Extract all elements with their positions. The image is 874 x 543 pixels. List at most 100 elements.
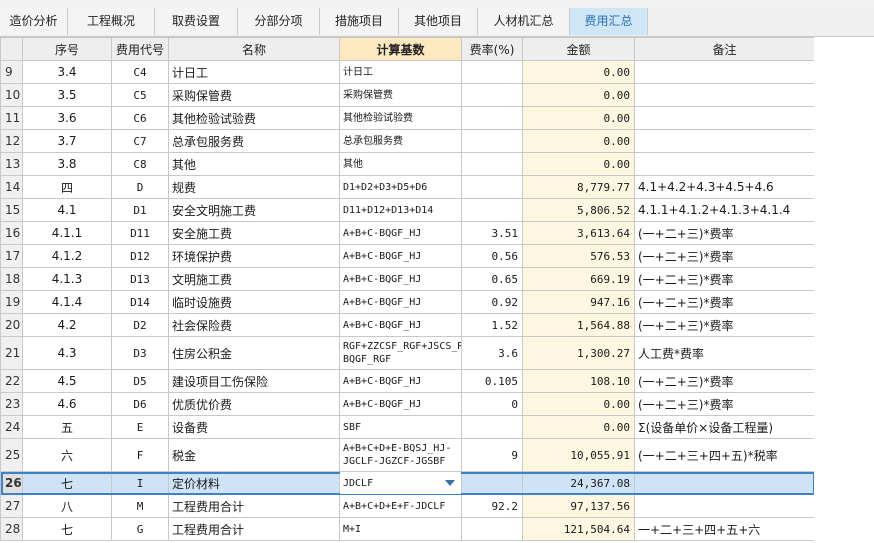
row-number[interactable]: 20	[0, 313, 23, 337]
cell-calc-base[interactable]: 计日工	[339, 60, 462, 84]
cell-name[interactable]: 建设项目工伤保险	[168, 369, 340, 393]
cell-rate[interactable]: 9	[461, 438, 523, 472]
cell-calc-base[interactable]: A+B+C-BQGF_HJ	[339, 290, 462, 314]
header-code[interactable]: 费用代号	[111, 37, 169, 61]
cell-amount[interactable]: 97,137.56	[522, 494, 635, 518]
cell-code[interactable]: C7	[111, 129, 169, 153]
table-row[interactable]: 19 4.1.4 D14 临时设施费 A+B+C-BQGF_HJ 0.92 947.16 (一…	[0, 290, 815, 314]
cell-calc-base[interactable]: 其他检验试验费	[339, 106, 462, 130]
tab-cost-analysis[interactable]: 造价分析	[0, 8, 68, 35]
cell-calc-base[interactable]: A+B+C-BQGF_HJ	[339, 313, 462, 337]
cell-calc-base[interactable]: D11+D12+D13+D14	[339, 198, 462, 222]
row-number[interactable]: 17	[0, 244, 23, 268]
cell-seq[interactable]: 六	[22, 438, 112, 472]
tab-measures[interactable]: 措施项目	[320, 8, 399, 35]
cell-seq[interactable]: 4.6	[22, 392, 112, 416]
table-row[interactable]: 16 4.1.1 D11 安全施工费 A+B+C-BQGF_HJ 3.51 3,613.64…	[0, 221, 815, 245]
row-number[interactable]: 22	[0, 369, 23, 393]
cell-rate[interactable]	[461, 415, 523, 439]
cell-rate[interactable]	[461, 129, 523, 153]
cell-name[interactable]: 安全文明施工费	[168, 198, 340, 222]
cell-calc-base[interactable]: A+B+C-BQGF_HJ	[339, 392, 462, 416]
cell-name[interactable]: 总承包服务费	[168, 129, 340, 153]
cell-rate[interactable]: 0.92	[461, 290, 523, 314]
cell-note[interactable]	[634, 60, 815, 84]
cell-note[interactable]: (一+二+三+四+五)*税率	[634, 438, 815, 472]
cell-seq[interactable]: 七	[22, 517, 112, 541]
chevron-down-icon[interactable]	[445, 480, 455, 486]
table-row[interactable]: 214.3D3住房公积金RGF+ZZCSF_RGF+JSCS_RGF-BQGF_…	[0, 336, 815, 370]
cell-note[interactable]: (一+二+三)*费率	[634, 290, 815, 314]
cell-name[interactable]: 工程费用合计	[168, 494, 340, 518]
cell-code[interactable]: D6	[111, 392, 169, 416]
cell-code[interactable]: D12	[111, 244, 169, 268]
cell-seq[interactable]: 4.1.4	[22, 290, 112, 314]
cell-calc-base[interactable]: A+B+C-BQGF_HJ	[339, 221, 462, 245]
cell-amount[interactable]: 8,779.77	[522, 175, 635, 199]
table-row[interactable]: 26 七 I 定价材料 JDCLF 24,367.08	[0, 471, 815, 495]
table-row[interactable]: 10 3.5 C5 采购保管费 采购保管费 0.00	[0, 83, 815, 107]
cell-note[interactable]: 人工费*费率	[634, 336, 815, 370]
cell-calc-base[interactable]: 总承包服务费	[339, 129, 462, 153]
cell-seq[interactable]: 3.6	[22, 106, 112, 130]
header-calc-base[interactable]: 计算基数	[339, 37, 462, 61]
tab-other-items[interactable]: 其他项目	[399, 8, 478, 35]
row-number[interactable]: 27	[0, 494, 23, 518]
cell-amount[interactable]: 0.00	[522, 152, 635, 176]
row-number[interactable]: 16	[0, 221, 23, 245]
table-row[interactable]: 15 4.1 D1 安全文明施工费 D11+D12+D13+D14 5,806.52 4.1…	[0, 198, 815, 222]
cell-code[interactable]: I	[111, 471, 169, 495]
cell-code[interactable]: D1	[111, 198, 169, 222]
row-number[interactable]: 14	[0, 175, 23, 199]
table-row[interactable]: 28 七 G 工程费用合计 M+I 121,504.64 一+二+三+四+五+六	[0, 517, 815, 541]
cell-code[interactable]: F	[111, 438, 169, 472]
cell-seq[interactable]: 4.1.3	[22, 267, 112, 291]
cell-amount[interactable]: 947.16	[522, 290, 635, 314]
cell-code[interactable]: D5	[111, 369, 169, 393]
cell-seq[interactable]: 4.3	[22, 336, 112, 370]
cell-seq[interactable]: 4.1.2	[22, 244, 112, 268]
cell-code[interactable]: D11	[111, 221, 169, 245]
cell-calc-base[interactable]: D1+D2+D3+D5+D6	[339, 175, 462, 199]
cell-rate[interactable]: 0.65	[461, 267, 523, 291]
cell-code[interactable]: G	[111, 517, 169, 541]
cell-code[interactable]: C8	[111, 152, 169, 176]
cell-code[interactable]: E	[111, 415, 169, 439]
cell-amount[interactable]: 108.10	[522, 369, 635, 393]
row-number[interactable]: 12	[0, 129, 23, 153]
cell-amount[interactable]: 0.00	[522, 392, 635, 416]
cell-code[interactable]: D14	[111, 290, 169, 314]
header-name[interactable]: 名称	[168, 37, 340, 61]
tab-fee-summary[interactable]: 费用汇总	[570, 8, 648, 35]
cell-seq[interactable]: 4.5	[22, 369, 112, 393]
cell-code[interactable]: D3	[111, 336, 169, 370]
cell-amount[interactable]: 10,055.91	[522, 438, 635, 472]
cell-rate[interactable]	[461, 517, 523, 541]
cell-note[interactable]	[634, 83, 815, 107]
table-row[interactable]: 27 八 M 工程费用合计 A+B+C+D+E+F-JDCLF 92.2 97,137.56	[0, 494, 815, 518]
cell-calc-base[interactable]: A+B+C-BQGF_HJ	[339, 369, 462, 393]
cell-amount[interactable]: 0.00	[522, 83, 635, 107]
tab-fee-settings[interactable]: 取费设置	[155, 8, 238, 35]
row-number[interactable]: 19	[0, 290, 23, 314]
table-row[interactable]: 25 六 F 税金 A+B+C+D+E-BQSJ_HJ-JGCLF-JGZCF-JGSB…	[0, 438, 815, 472]
cell-rate[interactable]	[461, 106, 523, 130]
row-number[interactable]: 28	[0, 517, 23, 541]
cell-name[interactable]: 工程费用合计	[168, 517, 340, 541]
cell-note[interactable]: (一+二+三)*费率	[634, 267, 815, 291]
row-number[interactable]: 15	[0, 198, 23, 222]
cell-name[interactable]: 定价材料	[168, 471, 340, 495]
table-row[interactable]: 9 3.4 C4 计日工 计日工 0.00	[0, 60, 815, 84]
cell-note[interactable]: (一+二+三)*费率	[634, 392, 815, 416]
cell-code[interactable]: D2	[111, 313, 169, 337]
cell-rate[interactable]: 3.51	[461, 221, 523, 245]
row-number[interactable]: 13	[0, 152, 23, 176]
cell-seq[interactable]: 3.4	[22, 60, 112, 84]
cell-note[interactable]: 一+二+三+四+五+六	[634, 517, 815, 541]
cell-rate[interactable]: 0.56	[461, 244, 523, 268]
row-number[interactable]: 26	[0, 471, 23, 495]
cell-calc-base[interactable]: 采购保管费	[339, 83, 462, 107]
cell-name[interactable]: 环境保护费	[168, 244, 340, 268]
cell-amount[interactable]: 0.00	[522, 415, 635, 439]
cell-amount[interactable]: 121,504.64	[522, 517, 635, 541]
